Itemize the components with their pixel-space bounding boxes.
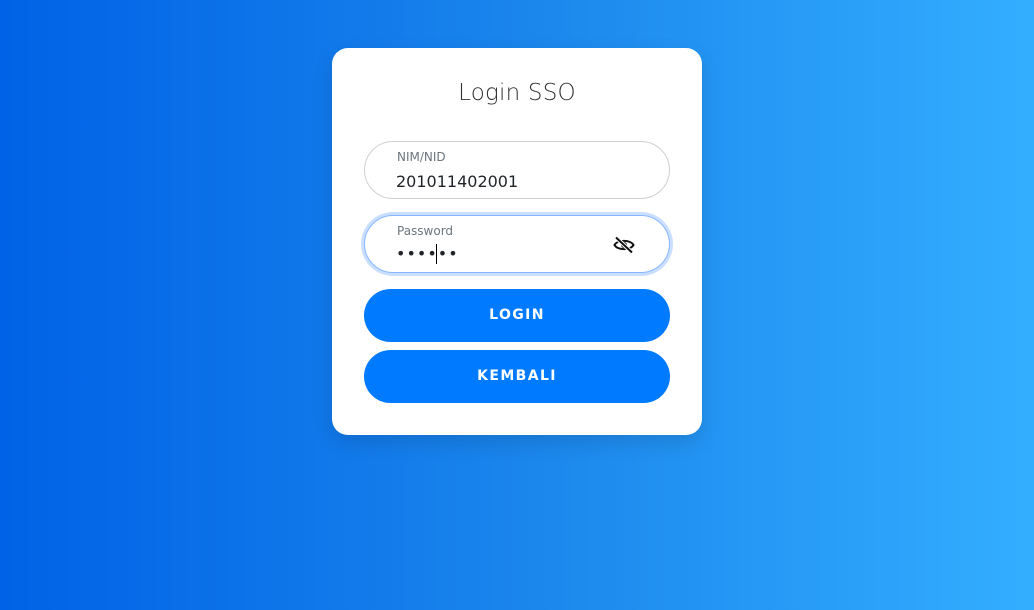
text-caret (436, 244, 437, 264)
password-label: Password (397, 224, 454, 238)
page-title: Login SSO (458, 80, 576, 106)
eye-slash-icon[interactable] (613, 236, 635, 254)
password-input[interactable]: •••••• (396, 244, 596, 266)
nim-field[interactable]: NIM/NID (364, 141, 670, 199)
back-button[interactable]: KEMBALI (364, 350, 670, 403)
nim-input[interactable] (396, 170, 596, 192)
login-button[interactable]: LOGIN (364, 289, 670, 342)
login-card: Login SSO NIM/NID Password •••••• LOGIN … (332, 48, 702, 435)
nim-label: NIM/NID (397, 150, 446, 164)
password-field[interactable]: Password •••••• (364, 215, 670, 273)
